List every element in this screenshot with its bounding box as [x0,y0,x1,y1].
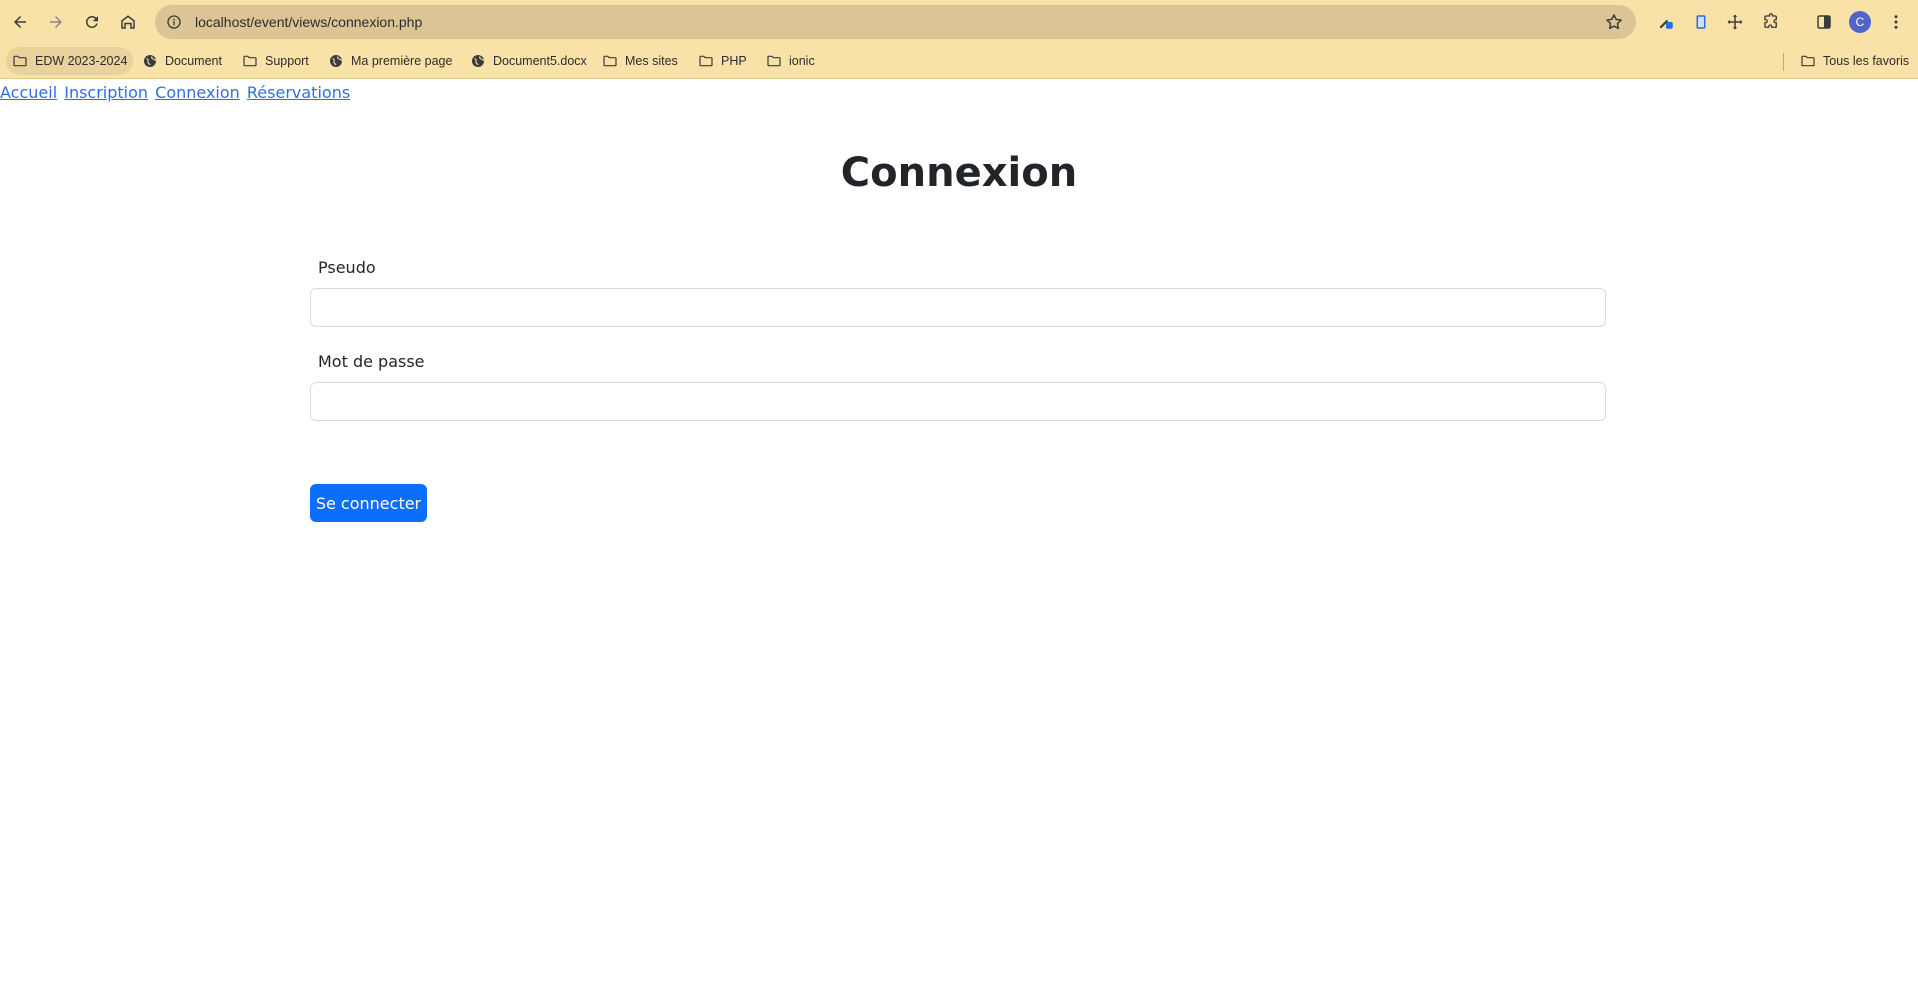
extension-move-icon[interactable] [1721,8,1749,36]
bookmark-ionic[interactable]: ionic [760,47,821,75]
bookmark-php[interactable]: PHP [692,47,753,75]
password-input[interactable] [310,382,1606,421]
browser-chrome: localhost/event/views/connexion.php C ED… [0,0,1918,79]
bookmarks-divider [1783,53,1784,71]
nav-link-accueil[interactable]: Accueil [0,83,57,102]
folder-icon [698,53,714,69]
side-panel-icon[interactable] [1810,8,1838,36]
password-label: Mot de passe [318,352,425,371]
bookmark-label: EDW 2023-2024 [35,54,128,68]
bookmark-star-icon[interactable] [1604,12,1624,32]
login-button[interactable]: Se connecter [310,484,427,522]
bookmark-ma-premiere-page[interactable]: Ma première page [322,47,458,75]
bookmark-edw[interactable]: EDW 2023-2024 [6,47,134,75]
bookmark-label: Document5.docx [493,54,587,68]
folder-icon [766,53,782,69]
site-info-icon[interactable] [157,5,191,39]
bookmark-label: Mes sites [625,54,678,68]
nav-link-connexion[interactable]: Connexion [155,83,240,102]
url-text[interactable]: localhost/event/views/connexion.php [195,14,422,30]
bookmark-document[interactable]: Document [136,47,228,75]
extension-document-icon[interactable] [1687,8,1715,36]
bookmark-label: Document [165,54,222,68]
nav-link-inscription[interactable]: Inscription [64,83,148,102]
pseudo-label: Pseudo [318,258,376,277]
pseudo-input[interactable] [310,288,1606,327]
bookmark-label: ionic [789,54,815,68]
menu-kebab-icon[interactable] [1882,8,1910,36]
bookmark-label: PHP [721,54,747,68]
back-button[interactable] [5,7,35,37]
globe-icon [142,53,158,69]
nav-link-reservations[interactable]: Réservations [247,83,350,102]
arrow-left-icon [14,16,26,28]
bookmark-label: Tous les favoris [1823,54,1910,68]
extensions-puzzle-icon[interactable] [1757,8,1785,36]
bookmark-mes-sites[interactable]: Mes sites [596,47,684,75]
forward-button[interactable] [41,7,71,37]
address-bar[interactable]: localhost/event/views/connexion.php [155,5,1636,39]
home-icon [121,15,135,29]
folder-icon [1800,53,1816,69]
bookmark-support[interactable]: Support [236,47,315,75]
folder-icon [242,53,258,69]
bookmark-all-favorites[interactable]: Tous les favoris [1794,47,1915,75]
bookmark-label: Ma première page [351,54,453,68]
bookmarks-bar: EDW 2023-2024 Document Support Ma premiè… [0,44,1918,78]
bookmark-document5[interactable]: Document5.docx [464,47,593,75]
reload-icon [85,15,98,28]
page-title: Connexion [840,150,1078,196]
reload-button[interactable] [77,7,107,37]
globe-icon [470,53,486,69]
home-button[interactable] [113,7,143,37]
extension-pen-icon[interactable] [1652,8,1680,36]
bookmark-label: Support [265,54,309,68]
site-nav: Accueil Inscription Connexion Réservatio… [0,83,352,102]
globe-icon [328,53,344,69]
folder-icon [12,53,28,69]
folder-icon [602,53,618,69]
browser-toolbar: localhost/event/views/connexion.php C [0,0,1918,44]
profile-avatar[interactable]: C [1849,11,1871,33]
arrow-right-icon [50,16,62,28]
